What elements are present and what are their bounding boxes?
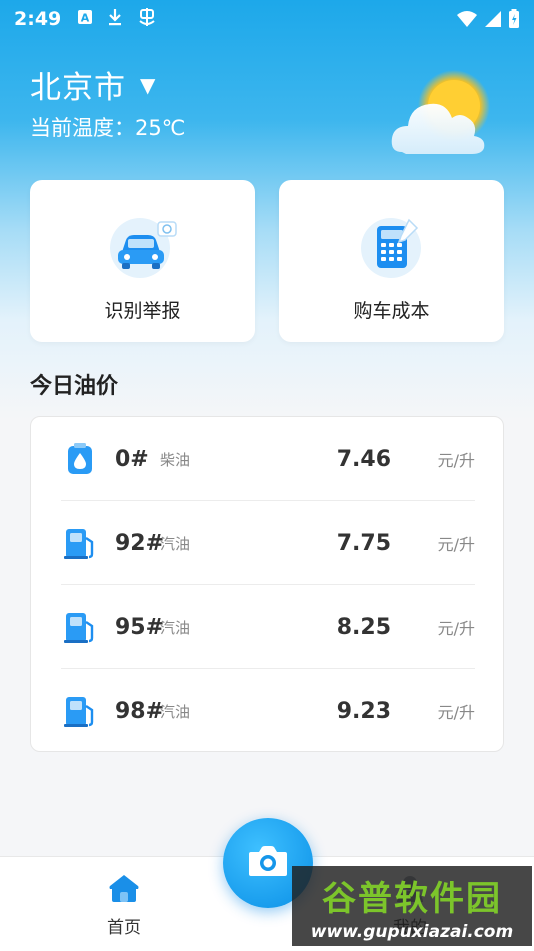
fuel-price: 7.46 (336, 446, 391, 472)
feature-cards: 识别举报 购车成本 (30, 180, 504, 342)
fuel-grade: 95# (115, 614, 165, 640)
purchase-cost-card[interactable]: 购车成本 (279, 180, 504, 342)
fuel-grade: 98# (115, 698, 165, 724)
fuel-type: 柴油 (160, 450, 191, 469)
wifi-icon (456, 10, 478, 32)
city-name: 北京市 (30, 70, 126, 106)
nav-home-label: 首页 (107, 918, 141, 938)
a-box-icon: A (77, 9, 93, 30)
purchase-cost-card-label: 购车成本 (353, 300, 430, 322)
fuel-grade: 92# (115, 530, 165, 556)
fuel-grade: 0# (115, 446, 149, 472)
watermark-main: 谷普软件园 (322, 878, 502, 919)
fuel-pump-icon (63, 694, 97, 728)
calculator-icon (357, 210, 427, 280)
fuel-price: 8.25 (336, 614, 391, 640)
bug-icon (137, 7, 157, 32)
partly-cloudy-icon (388, 66, 498, 162)
list-item: 0# 柴油 7.46 元/升 (61, 417, 475, 501)
report-card[interactable]: 识别举报 (30, 180, 255, 342)
chevron-down-icon: ▼ (140, 72, 156, 97)
battery-icon (508, 9, 520, 33)
list-item: 92# 汽油 7.75 元/升 (61, 501, 475, 585)
camera-icon (247, 844, 289, 882)
fuel-unit: 元/升 (437, 535, 475, 554)
fuel-unit: 元/升 (437, 619, 475, 638)
oil-price-list: 0# 柴油 7.46 元/升 92# 汽油 7.75 元/升 95# 汽油 8.… (30, 416, 504, 752)
list-item: 98# 汽油 9.23 元/升 (61, 669, 475, 753)
fuel-unit: 元/升 (437, 703, 475, 722)
status-bar: 2:49 A (0, 0, 534, 38)
fuel-type: 汽油 (160, 618, 191, 637)
signal-icon (484, 10, 502, 32)
fuel-pump-icon (63, 610, 97, 644)
diesel-drop-icon (63, 442, 97, 476)
fuel-type: 汽油 (160, 702, 191, 721)
report-card-label: 识别举报 (104, 300, 181, 322)
fuel-unit: 元/升 (437, 451, 475, 470)
svg-text:A: A (81, 11, 90, 24)
home-icon (108, 873, 140, 907)
current-temperature: 当前温度：25℃ (30, 116, 186, 140)
watermark-url: www.gupuxiazai.com (310, 921, 514, 942)
fuel-pump-icon (63, 526, 97, 560)
list-item: 95# 汽油 8.25 元/升 (61, 585, 475, 669)
fuel-price: 7.75 (336, 530, 391, 556)
car-camera-icon (108, 210, 178, 280)
fuel-price: 9.23 (336, 698, 391, 724)
fuel-type: 汽油 (160, 534, 191, 553)
oil-price-title: 今日油价 (30, 374, 119, 399)
nav-home[interactable]: 首页 (84, 873, 164, 938)
watermark: 谷普软件园 www.gupuxiazai.com (292, 866, 532, 946)
status-time: 2:49 (14, 8, 62, 30)
city-selector[interactable]: 北京市 ▼ (30, 62, 155, 107)
download-icon (107, 8, 123, 31)
